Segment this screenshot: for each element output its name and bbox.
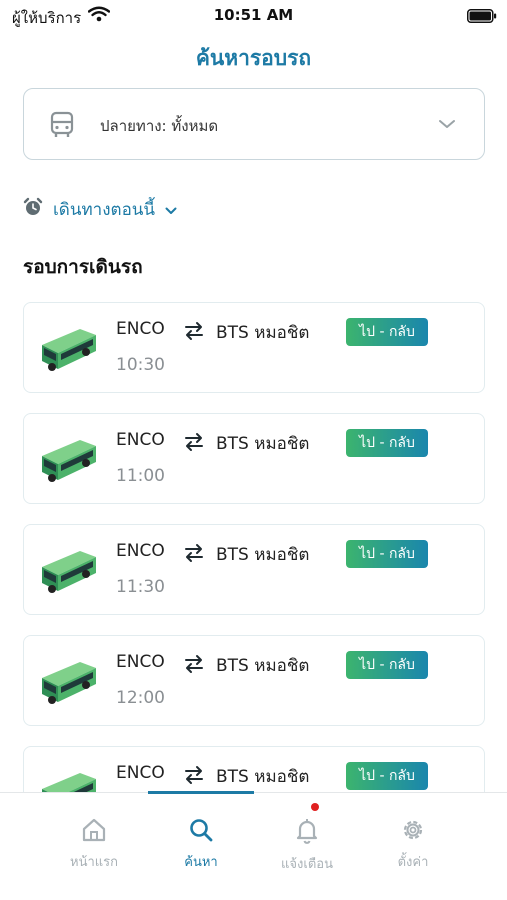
tab-home[interactable]: หน้าแรก <box>41 817 147 872</box>
trip-origin: ENCO <box>116 763 165 783</box>
page-title: ค้นหารอบรถ <box>195 46 312 70</box>
tab-label: หน้าแรก <box>70 855 118 870</box>
notification-dot <box>311 803 319 811</box>
trip-time: 12:00 <box>116 688 165 708</box>
home-icon <box>82 818 106 842</box>
tab-label: ตั้งค่า <box>397 855 429 870</box>
round-trip-badge: ไป - กลับ <box>346 318 428 346</box>
bus-illustration-icon <box>36 656 100 712</box>
battery-icon <box>467 8 497 27</box>
swap-arrows-icon <box>184 543 204 567</box>
gear-icon <box>403 820 423 840</box>
alarm-clock-icon <box>23 197 43 221</box>
swap-arrows-icon <box>184 765 204 789</box>
trip-card[interactable]: ENCO BTS หมอชิต ไป - กลับ 11:30 <box>23 524 485 615</box>
trip-card[interactable]: ENCO BTS หมอชิต ไป - กลับ 10:30 <box>23 302 485 393</box>
swap-arrows-icon <box>184 432 204 456</box>
active-tab-indicator <box>148 791 254 794</box>
round-trip-badge: ไป - กลับ <box>346 762 428 790</box>
bus-illustration-icon <box>36 323 100 379</box>
bus-illustration-icon <box>36 434 100 490</box>
trip-time: 10:30 <box>116 355 165 375</box>
trip-origin: ENCO <box>116 319 165 339</box>
tab-search[interactable]: ค้นหา <box>148 817 254 872</box>
trip-card[interactable]: ENCO BTS หมอชิต ไป - กลับ 12:00 <box>23 635 485 726</box>
tab-label: แจ้งเตือน <box>281 857 333 872</box>
trip-destination: BTS หมอชิต <box>216 656 310 676</box>
trip-destination: BTS หมอชิต <box>216 545 310 565</box>
search-icon <box>190 819 213 842</box>
status-time: 10:51 AM <box>213 6 294 24</box>
trip-destination: BTS หมอชิต <box>216 767 310 787</box>
bottom-tab-bar: หน้าแรก ค้นหา แจ้งเตือน ตั้งค่า <box>0 791 507 900</box>
chevron-down-icon <box>165 200 177 219</box>
destination-label: ปลายทาง: ทั้งหมด <box>100 117 219 135</box>
destination-dropdown[interactable]: ปลายทาง: ทั้งหมด <box>23 88 485 160</box>
swap-arrows-icon <box>184 654 204 678</box>
trip-time: 11:30 <box>116 577 165 597</box>
round-trip-badge: ไป - กลับ <box>346 651 428 679</box>
trip-destination: BTS หมอชิต <box>216 323 310 343</box>
tab-settings[interactable]: ตั้งค่า <box>360 817 466 872</box>
trip-origin: ENCO <box>116 430 165 450</box>
tab-notifications[interactable]: แจ้งเตือน <box>254 803 360 874</box>
trip-origin: ENCO <box>116 652 165 672</box>
bus-illustration-icon <box>36 545 100 601</box>
round-trip-badge: ไป - กลับ <box>346 429 428 457</box>
trip-time: 11:00 <box>116 466 165 486</box>
tab-label: ค้นหา <box>184 855 218 870</box>
departure-time-label: เดินทางตอนนี้ <box>53 199 156 220</box>
chevron-down-icon <box>438 115 456 134</box>
trip-origin: ENCO <box>116 541 165 561</box>
section-title: รอบการเดินรถ <box>23 256 143 278</box>
round-trip-badge: ไป - กลับ <box>346 540 428 568</box>
departure-time-selector[interactable]: เดินทางตอนนี้ <box>23 196 177 222</box>
bell-icon <box>296 819 318 844</box>
bus-icon <box>50 111 74 143</box>
trip-card[interactable]: ENCO BTS หมอชิต ไป - กลับ 11:00 <box>23 413 485 504</box>
trip-destination: BTS หมอชิต <box>216 434 310 454</box>
swap-arrows-icon <box>184 321 204 345</box>
status-bar: ผู้ให้บริการ 10:51 AM <box>0 0 507 32</box>
